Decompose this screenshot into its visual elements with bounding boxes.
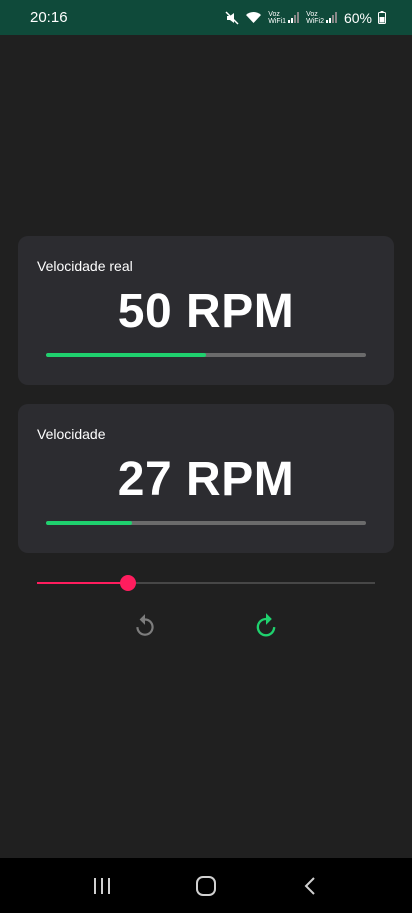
system-nav-bar	[0, 858, 412, 913]
volte-1-label: Voz WiFi1	[268, 10, 287, 25]
recents-button[interactable]	[82, 866, 122, 906]
home-button[interactable]	[186, 866, 226, 906]
home-icon	[196, 875, 216, 896]
back-button[interactable]	[290, 866, 330, 906]
mute-icon	[225, 10, 239, 25]
battery-percent: 60%	[343, 9, 372, 26]
signal-icon	[288, 12, 300, 23]
slider-thumb[interactable]	[120, 575, 137, 591]
slider-active-track	[37, 582, 129, 584]
speed-progress-fill	[46, 521, 133, 525]
volte-2-label: Voz WiFi2	[306, 10, 324, 25]
speed-progress-fill	[46, 353, 206, 357]
card-value: 27 RPM	[117, 453, 295, 506]
rotate-cw-icon	[256, 613, 276, 637]
volte-1: Voz WiFi1	[268, 11, 300, 25]
wifi-icon	[246, 12, 262, 23]
actual-speed-card: Velocidade real 50 RPM	[18, 236, 394, 385]
status-time: 20:16	[30, 9, 68, 26]
speed-slider[interactable]	[37, 573, 375, 593]
speed-progress-bar	[46, 521, 366, 525]
rotate-right-button[interactable]	[252, 612, 280, 640]
rotate-ccw-icon	[136, 614, 154, 636]
status-icons: Voz WiFi1 Voz WiFi2 60%	[225, 10, 386, 26]
target-speed-card: Velocidade 27 RPM	[18, 404, 394, 553]
rotate-left-button[interactable]	[131, 612, 159, 640]
card-label: Velocidade	[37, 426, 106, 442]
battery-icon	[378, 11, 386, 24]
signal-icon	[325, 12, 337, 23]
card-value: 50 RPM	[117, 285, 295, 338]
volte-2: Voz WiFi2	[306, 11, 338, 25]
status-bar: 20:16 Voz WiFi1 Voz WiFi2 60%	[0, 0, 412, 35]
card-label: Velocidade real	[37, 258, 133, 274]
recents-icon	[94, 877, 110, 894]
speed-progress-bar	[46, 353, 366, 357]
back-icon	[304, 876, 315, 895]
